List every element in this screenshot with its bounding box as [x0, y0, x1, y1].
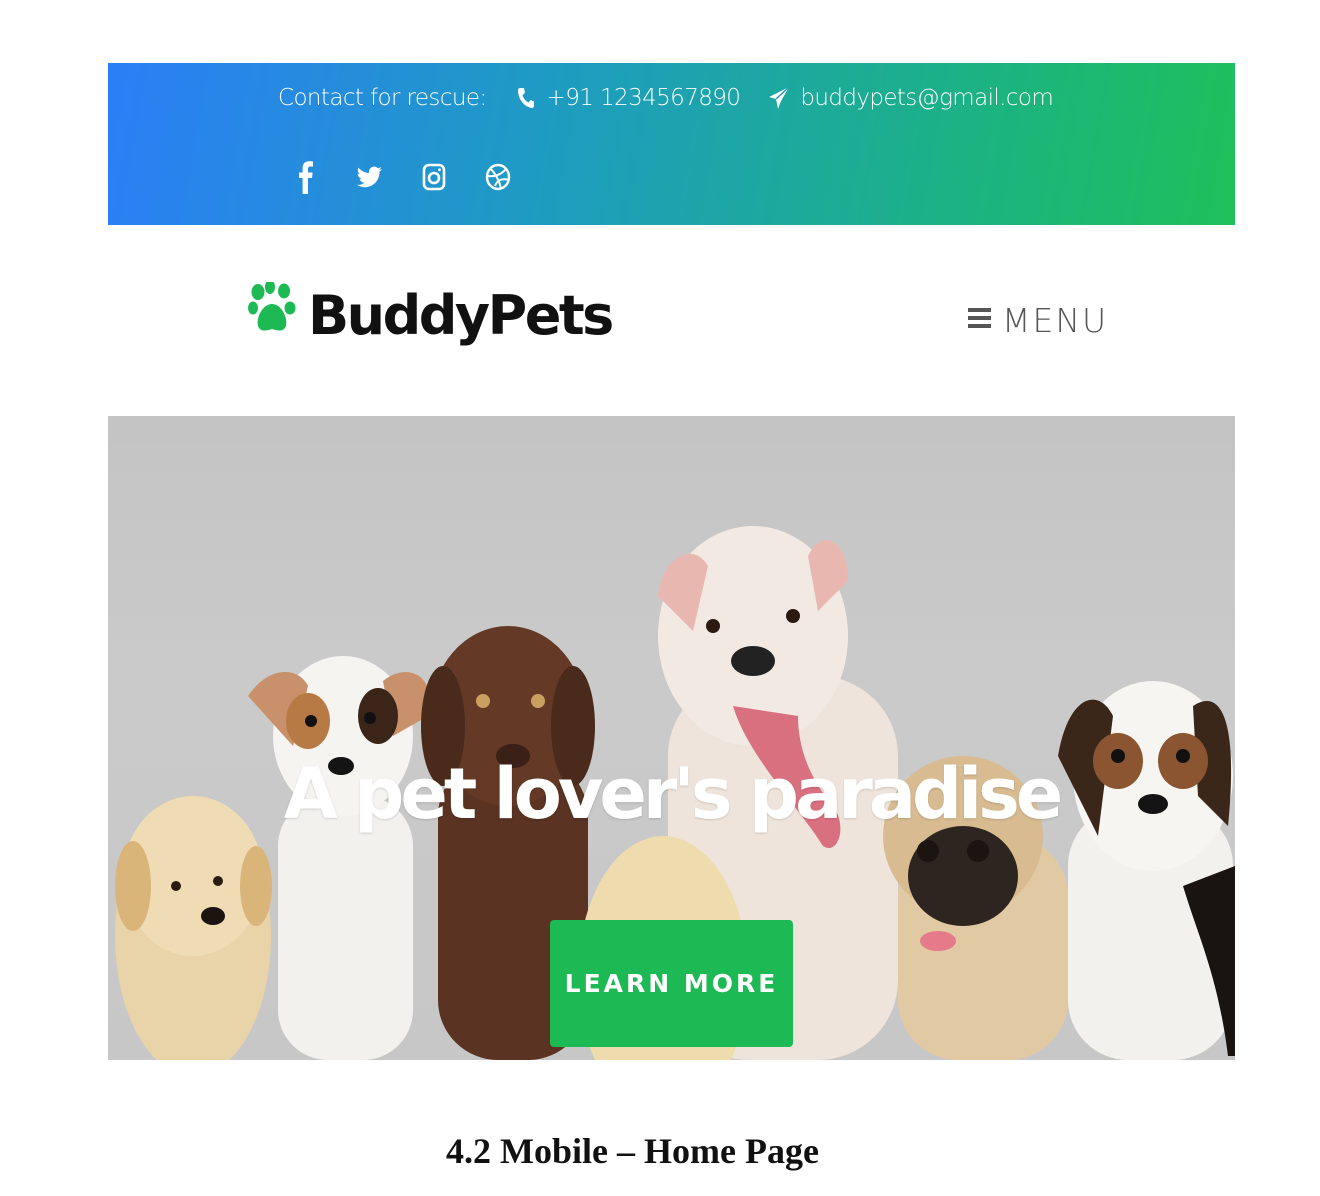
contact-label: Contact for rescue: [278, 85, 487, 111]
phone-icon [515, 85, 537, 111]
hamburger-icon [968, 304, 992, 337]
learn-more-button[interactable]: LEARN MORE [550, 920, 793, 1047]
send-icon [768, 85, 790, 111]
dribbble-icon[interactable] [484, 159, 512, 195]
hero-title: A pet lover's paradise [283, 753, 1063, 835]
brand-logo[interactable]: BuddyPets [248, 280, 614, 349]
email-address[interactable]: buddypets@gmail.com [800, 85, 1053, 111]
facebook-icon[interactable] [292, 159, 320, 195]
menu-button[interactable]: MENU [968, 301, 1108, 340]
paw-icon [248, 280, 296, 349]
menu-label: MENU [1002, 301, 1109, 340]
contact-info: Contact for rescue: +91 1234567890 buddy… [278, 81, 1054, 115]
twitter-icon[interactable] [356, 159, 384, 195]
hero-banner: A pet lover's paradise LEARN MORE [108, 416, 1235, 1060]
contact-bar: Contact for rescue: +91 1234567890 buddy… [108, 63, 1235, 225]
social-links [292, 159, 512, 195]
brand-name: BuddyPets [308, 283, 614, 347]
figure-caption: 4.2 Mobile – Home Page [446, 1131, 819, 1171]
instagram-icon[interactable] [420, 159, 448, 195]
phone-number[interactable]: +91 1234567890 [547, 85, 741, 111]
site-header: BuddyPets MENU [108, 225, 1235, 416]
mobile-home-screenshot: Contact for rescue: +91 1234567890 buddy… [108, 63, 1235, 1060]
